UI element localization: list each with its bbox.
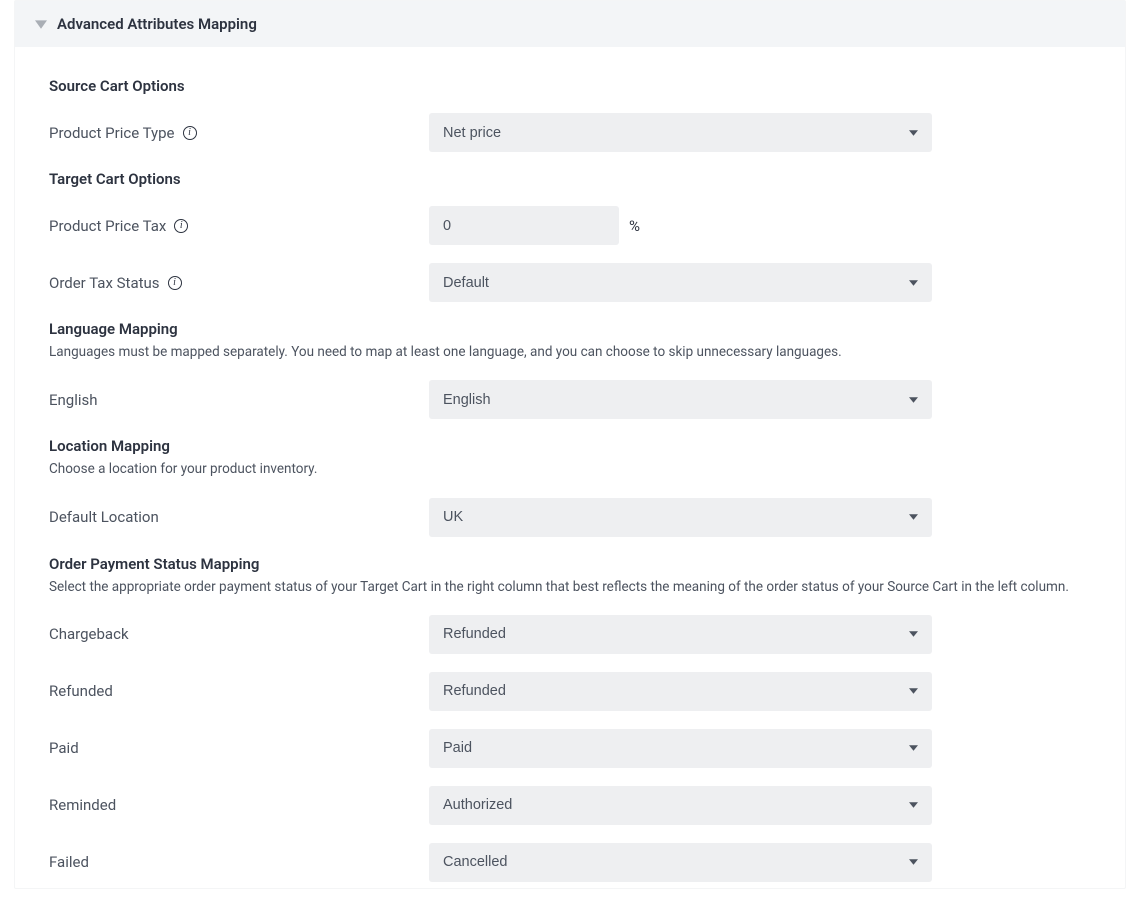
location-mapping-title: Location Mapping [49,437,1091,455]
product-price-type-row: Product Price Type i Net price [49,113,1091,152]
order-payment-status-title: Order Payment Status Mapping [49,555,1091,573]
language-mapping-desc: Languages must be mapped separately. You… [49,342,1091,362]
location-mapping-desc: Choose a location for your product inven… [49,459,1091,479]
status-select-chargeback[interactable]: Refunded [429,615,932,654]
status-row-chargeback: Chargeback Refunded [49,615,1091,654]
product-price-type-label: Product Price Type [49,124,175,142]
panel-title: Advanced Attributes Mapping [57,15,257,33]
info-icon[interactable]: i [183,126,197,140]
status-label: Refunded [49,682,113,700]
status-row-reminded: Reminded Authorized [49,786,1091,825]
info-icon[interactable]: i [174,219,188,233]
status-select-reminded[interactable]: Authorized [429,786,932,825]
status-label: Reminded [49,796,116,814]
status-select-refunded[interactable]: Refunded [429,672,932,711]
order-tax-status-select[interactable]: Default [429,263,932,302]
panel-header[interactable]: Advanced Attributes Mapping [15,1,1125,47]
product-price-tax-label: Product Price Tax [49,217,166,235]
order-tax-status-label: Order Tax Status [49,274,160,292]
status-select-paid[interactable]: Paid [429,729,932,768]
product-price-tax-input[interactable] [429,206,619,245]
language-mapping-row: English English [49,380,1091,419]
order-payment-status-desc: Select the appropriate order payment sta… [49,577,1091,597]
language-select[interactable]: English [429,380,932,419]
status-label: Chargeback [49,625,129,643]
language-label: English [49,391,98,409]
source-cart-title: Source Cart Options [49,77,1091,95]
info-icon[interactable]: i [168,276,182,290]
target-cart-title: Target Cart Options [49,170,1091,188]
product-price-tax-row: Product Price Tax i % [49,206,1091,245]
order-tax-status-row: Order Tax Status i Default [49,263,1091,302]
status-select-failed[interactable]: Cancelled [429,843,932,882]
advanced-attributes-panel: Advanced Attributes Mapping Source Cart … [14,0,1126,889]
default-location-select[interactable]: UK [429,498,932,537]
status-label: Failed [49,853,89,871]
product-price-type-select[interactable]: Net price [429,113,932,152]
default-location-row: Default Location UK [49,498,1091,537]
chevron-down-icon [35,18,47,30]
language-mapping-title: Language Mapping [49,320,1091,338]
status-label: Paid [49,739,79,757]
status-row-refunded: Refunded Refunded [49,672,1091,711]
default-location-label: Default Location [49,508,159,526]
percent-label: % [629,217,640,235]
status-row-failed: Failed Cancelled [49,843,1091,882]
status-row-paid: Paid Paid [49,729,1091,768]
